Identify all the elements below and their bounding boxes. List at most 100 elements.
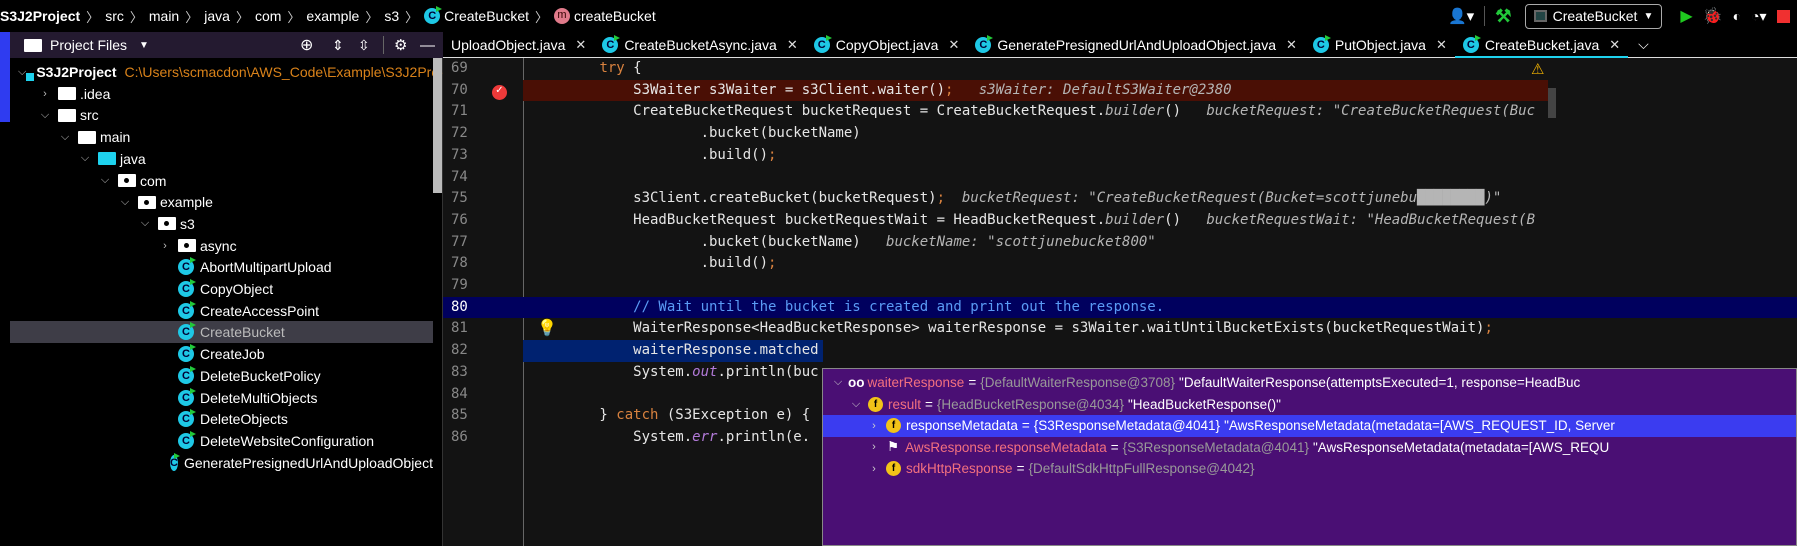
tree-item[interactable]: C DeleteBucketPolicy (10, 365, 433, 387)
sidebar-scrollbar[interactable] (433, 58, 442, 193)
code-token: err (692, 428, 718, 445)
package-icon (158, 217, 176, 231)
breadcrumb-item[interactable]: m createBucket (554, 8, 656, 24)
tree-item[interactable]: ⌵ example (10, 191, 433, 213)
coverage-icon[interactable]: ◐ (1733, 8, 1741, 24)
line-number: 77 (451, 233, 468, 250)
chevron-down-icon[interactable]: ⌵ (1638, 36, 1649, 53)
class-icon: C (602, 34, 621, 53)
breadcrumb-label: example (306, 8, 360, 24)
breadcrumb-item[interactable]: java (204, 8, 230, 24)
project-tool-window-tab[interactable] (0, 32, 10, 122)
debug-variable-row[interactable]: › f responseMetadata = {S3ResponseMetadata@4… (823, 415, 1796, 437)
chevron-down-icon[interactable]: ⌵ (849, 398, 863, 411)
breakpoint-icon[interactable]: ✓ (492, 85, 507, 100)
editor-tab[interactable]: C CreateBucketAsync.java ✕ (594, 32, 805, 58)
breadcrumb-item[interactable]: S3J2Project (0, 8, 80, 24)
close-icon[interactable]: ✕ (1286, 37, 1297, 53)
tree-item[interactable]: ⌵ src (10, 104, 433, 126)
editor-tab[interactable]: C PutObject.java ✕ (1305, 32, 1455, 58)
tree-item[interactable]: ⌵ S3J2Project C:\Users\scmacdon\AWS_Code\E… (10, 61, 450, 83)
minimize-icon[interactable]: — (420, 37, 435, 54)
close-icon[interactable]: ✕ (787, 37, 798, 53)
tree-item[interactable]: ⌵ main (10, 126, 433, 148)
breadcrumb-separator-icon: 〉 (129, 9, 143, 25)
warning-icon[interactable]: ⚠ (1531, 60, 1544, 78)
debug-variable-row[interactable]: ⌵ oo waiterResponse = {DefaultWaiterResponse… (823, 372, 1796, 394)
tree-item[interactable]: C DeleteObjects (10, 408, 433, 430)
chevron-down-icon[interactable]: ▼ (139, 40, 149, 51)
run-config-select[interactable]: CreateBucket ▼ (1525, 3, 1663, 29)
tree-item[interactable]: ⌵ com (10, 170, 433, 192)
chevron-down-icon: ⌵ (120, 195, 130, 208)
editor-tab[interactable]: C CreateBucket.java ✕ (1454, 32, 1629, 59)
close-icon[interactable]: ✕ (575, 37, 586, 53)
tree-item[interactable]: ⌵ s3 (10, 213, 433, 235)
chevron-right-icon[interactable]: › (867, 463, 881, 475)
breadcrumb-item[interactable]: src (105, 8, 124, 24)
tree-item[interactable]: C DeleteMultiObjects (10, 387, 433, 409)
close-icon[interactable]: ✕ (1609, 37, 1620, 53)
collapse-all-icon[interactable]: ⇳ (358, 37, 370, 54)
chevron-down-icon[interactable]: ⌵ (831, 376, 845, 389)
tree-item[interactable]: C DeleteWebsiteConfiguration (10, 430, 433, 452)
breadcrumb-item[interactable]: C CreateBucket (424, 6, 529, 24)
tree-item-label: example (160, 194, 213, 211)
tree-item[interactable]: C CreateJob (10, 343, 433, 365)
code-line: 72 .bucket(bucketName) (443, 123, 1797, 145)
tree-item[interactable]: C GeneratePresignedUrlAndUploadObject (10, 452, 433, 474)
code-text: waiterResponse.matched (532, 340, 819, 362)
tree-item-label: java (120, 150, 146, 167)
code-token: bucketRequestWait: "HeadBucketRequest(B (1181, 211, 1536, 228)
stop-icon[interactable] (1776, 9, 1790, 23)
breadcrumb-label: createBucket (574, 8, 656, 24)
tree-item[interactable]: ⌵ java (10, 148, 433, 170)
field-icon: f (868, 396, 883, 412)
gear-icon[interactable]: ⚙ (394, 36, 407, 54)
code-token: // Wait until the bucket is created and … (532, 298, 1165, 315)
tree-item[interactable]: C CreateBucket (10, 321, 433, 344)
code-token: bucketRequest: "CreateBucketRequest(Buck… (945, 190, 1418, 207)
close-icon[interactable]: ✕ (948, 37, 959, 53)
code-token: waiterResponse.matched (532, 342, 819, 359)
intention-bulb-icon[interactable]: 💡 (537, 318, 557, 338)
breadcrumb-item[interactable]: com (255, 8, 281, 24)
code-text: System.err.println(e. (532, 427, 810, 449)
editor-tab[interactable]: C CopyObject.java ✕ (806, 32, 968, 58)
tree-item[interactable]: › .idea (10, 83, 433, 105)
project-view-selector[interactable]: Project Files (50, 37, 127, 53)
debug-icon[interactable]: 🐞 (1703, 6, 1723, 26)
breadcrumb-label: s3 (384, 8, 400, 24)
user-icon[interactable]: 👤▾ (1448, 7, 1474, 25)
code-token: bucketName: "scottjunebucket800" (860, 233, 1156, 250)
method-icon: m (554, 8, 571, 24)
chevron-right-icon[interactable]: › (867, 420, 881, 432)
tree-item-label: CopyObject (200, 281, 274, 297)
tree-item-label: DeleteBucketPolicy (200, 367, 321, 384)
debug-variable-row[interactable]: › ⚑ AwsResponse.responseMetadata = {S3Respon… (823, 437, 1796, 459)
breadcrumb-item[interactable]: main (149, 8, 179, 24)
field-icon: f (886, 461, 901, 477)
debug-variable-row[interactable]: ⌵ f result = {HeadBucketResponse@4034} "HeadB… (823, 394, 1796, 416)
tree-item[interactable]: C CopyObject (10, 278, 433, 300)
line-number: 79 (451, 277, 468, 293)
editor-tab[interactable]: UploadObject.java ✕ (443, 32, 594, 58)
tree-item[interactable]: C CreateAccessPoint (10, 300, 433, 322)
debug-variable-row[interactable]: › f sdkHttpResponse = {DefaultSdkHttpFullRes… (823, 458, 1796, 480)
run-icon[interactable]: ▶ (1680, 6, 1692, 26)
breadcrumb-item[interactable]: s3 (384, 8, 399, 24)
build-hammer-icon[interactable]: ⚒ (1495, 6, 1511, 27)
chevron-right-icon[interactable]: › (867, 441, 881, 453)
tree-item[interactable]: › async (10, 235, 433, 257)
code-text: HeadBucketRequest bucketRequestWait = He… (532, 210, 1535, 232)
tree-item[interactable]: C AbortMultipartUpload (10, 256, 433, 278)
close-icon[interactable]: ✕ (1436, 37, 1447, 53)
application-icon (1534, 10, 1547, 22)
code-text: .build(); (532, 253, 777, 275)
editor-scrollbar[interactable] (1548, 88, 1556, 118)
breadcrumb-item[interactable]: example (306, 8, 359, 24)
profile-icon[interactable]: ◔▾ (1751, 8, 1766, 25)
locate-icon[interactable]: ⊕ (300, 35, 313, 55)
editor-tab[interactable]: C GeneratePresignedUrlAndUploadObject.jav… (967, 32, 1305, 58)
expand-all-icon[interactable]: ⇕ (332, 37, 344, 54)
